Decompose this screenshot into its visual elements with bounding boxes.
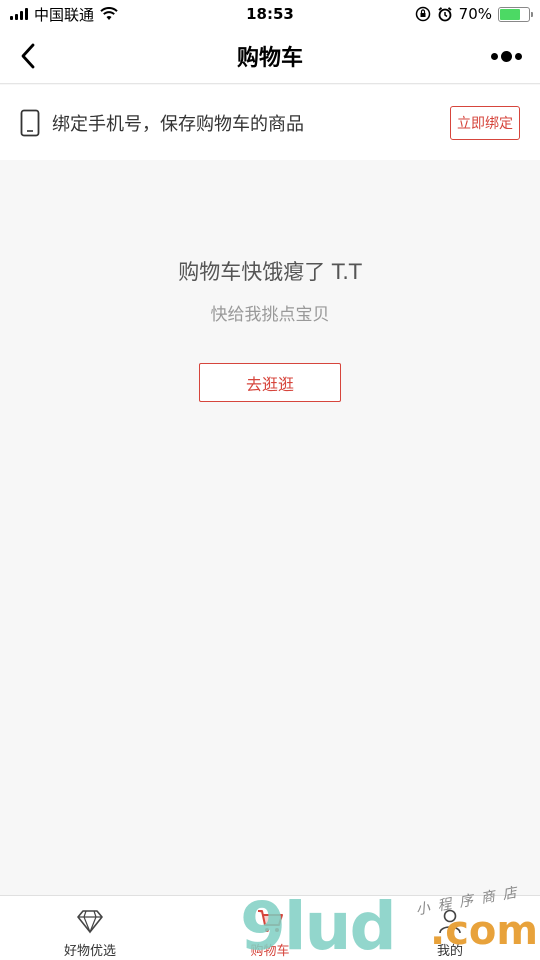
bind-now-button[interactable]: 立即绑定: [450, 105, 520, 140]
tab-label: 购物车: [250, 944, 290, 959]
empty-cart-title: 购物车快饿瘪了 T.T: [178, 260, 362, 284]
empty-cart: 购物车快饿瘪了 T.T 快给我挑点宝贝 去逛逛: [0, 160, 540, 895]
chevron-left-icon: [21, 43, 35, 69]
signal-icon: [10, 8, 28, 20]
battery-icon: [498, 6, 533, 22]
page-title: 购物车: [236, 45, 303, 71]
more-button[interactable]: [486, 42, 526, 70]
battery-percent: 70%: [458, 5, 492, 23]
empty-cart-subtitle: 快给我挑点宝贝: [210, 305, 330, 325]
user-icon: [439, 909, 461, 934]
more-dot-icon: [490, 52, 498, 60]
tab-featured[interactable]: 好物优选: [0, 896, 180, 960]
more-dot-icon: [500, 50, 512, 62]
status-bar: 中国联通 18:53 70%: [0, 0, 540, 28]
diamond-icon: [77, 910, 103, 934]
carrier-label: 中国联通: [34, 5, 95, 24]
wifi-icon: [100, 7, 118, 20]
go-shopping-button[interactable]: 去逛逛: [199, 363, 341, 402]
tab-mine[interactable]: 我的: [360, 896, 540, 960]
tab-cart[interactable]: 购物车: [180, 896, 360, 960]
alarm-icon: [438, 7, 452, 22]
orientation-lock-icon: [415, 6, 430, 22]
bind-phone-banner: 绑定手机号，保存购物车的商品 立即绑定: [0, 85, 540, 160]
tab-bar: 好物优选 购物车 我的: [0, 895, 540, 960]
status-right: 70%: [415, 5, 533, 23]
nav-bar: 购物车: [0, 28, 540, 84]
status-left: 中国联通: [10, 4, 118, 25]
more-dot-icon: [514, 52, 522, 60]
tab-label: 好物优选: [63, 944, 116, 959]
back-button[interactable]: [10, 38, 46, 74]
bind-phone-text: 绑定手机号，保存购物车的商品: [52, 113, 304, 135]
battery-level: [500, 8, 520, 20]
tab-label: 我的: [436, 944, 463, 959]
phone-icon: [20, 109, 40, 136]
cart-icon: [258, 910, 283, 932]
